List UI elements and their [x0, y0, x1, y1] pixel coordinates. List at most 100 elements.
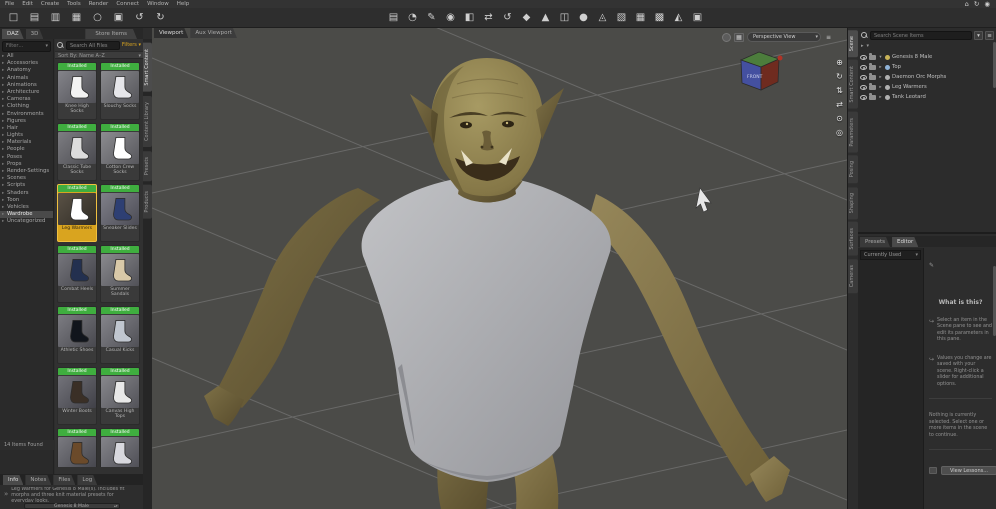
- category-filter-input[interactable]: Filter…: [2, 41, 51, 52]
- compatible-figure-select[interactable]: Genesis 8 Male: [24, 503, 120, 509]
- pane-vertical-tab[interactable]: Content Library: [143, 96, 152, 147]
- menu-item[interactable]: Edit: [22, 1, 33, 7]
- product-thumbnail-cell[interactable]: Installed Summer Sandals: [100, 245, 140, 303]
- visibility-eye-icon[interactable]: [860, 65, 867, 70]
- aim-icon[interactable]: ◎: [836, 128, 843, 137]
- product-thumbnail-cell[interactable]: Installed Knee High Socks: [57, 62, 97, 120]
- edit-tool-icon[interactable]: ✎: [424, 10, 439, 25]
- filters-button[interactable]: Filters ▾: [122, 42, 141, 48]
- pane-vertical-tab[interactable]: Smart Content: [143, 43, 152, 92]
- undo-icon[interactable]: ↺: [131, 10, 148, 25]
- new-file-icon[interactable]: □: [5, 10, 22, 25]
- menu-item[interactable]: Connect: [116, 1, 139, 7]
- category-item[interactable]: Toon: [0, 197, 53, 204]
- product-thumbnail-cell[interactable]: Installed Classic Tube Socks: [57, 123, 97, 181]
- measure-tool-icon[interactable]: ◭: [671, 10, 686, 25]
- pane-vertical-tab[interactable]: Scene: [848, 30, 858, 57]
- redo-icon[interactable]: ↻: [152, 10, 169, 25]
- category-item[interactable]: Animals: [0, 75, 53, 82]
- save-icon[interactable]: ▦: [68, 10, 85, 25]
- scene-node-row[interactable]: ▸ Top: [860, 62, 995, 72]
- merge-file-icon[interactable]: ▥: [47, 10, 64, 25]
- scene-filter-icon[interactable]: ▾: [974, 31, 983, 40]
- scene-list-icon[interactable]: ▤: [386, 10, 401, 25]
- dolly-icon[interactable]: ⊙: [836, 114, 843, 123]
- timeline-icon[interactable]: ◔: [405, 10, 420, 25]
- category-item[interactable]: Anatomy: [0, 67, 53, 74]
- scale-tool-icon[interactable]: ◆: [519, 10, 534, 25]
- surface-selection-icon[interactable]: ◫: [557, 10, 572, 25]
- category-item[interactable]: Props: [0, 161, 53, 168]
- info-pane-tab[interactable]: Files: [53, 475, 75, 485]
- active-pose-icon[interactable]: ▲: [538, 10, 553, 25]
- texture-shaded-icon[interactable]: ▩: [652, 10, 667, 25]
- scene-node-row[interactable]: ▸ Tank Leotard: [860, 92, 995, 102]
- product-thumbnail-cell[interactable]: Installed Casual Kicks: [100, 306, 140, 364]
- render-settings-icon[interactable]: ▣: [110, 10, 127, 25]
- pan-horizontal-icon[interactable]: ⇄: [836, 100, 843, 109]
- pan-vertical-icon[interactable]: ⇅: [836, 86, 843, 95]
- open-file-icon[interactable]: ▤: [26, 10, 43, 25]
- category-item[interactable]: Uncategorized: [0, 218, 53, 225]
- menu-item[interactable]: Help: [177, 1, 190, 7]
- rotate-tool-icon[interactable]: ↺: [500, 10, 515, 25]
- aux-viewport-icon[interactable]: ▦: [633, 10, 648, 25]
- scene-node-row[interactable]: ▾ Genesis 8 Male: [860, 52, 995, 62]
- category-item[interactable]: Hair: [0, 125, 53, 132]
- refresh-icon[interactable]: ↻: [974, 0, 979, 8]
- category-item[interactable]: Cameras: [0, 96, 53, 103]
- node-selection-icon[interactable]: ◧: [462, 10, 477, 25]
- parameters-tab[interactable]: Presets: [860, 237, 890, 247]
- info-pane-tab[interactable]: Info: [3, 475, 23, 485]
- category-item[interactable]: Figures: [0, 118, 53, 125]
- layout-icon[interactable]: ▣: [690, 10, 705, 25]
- category-item[interactable]: Scenes: [0, 175, 53, 182]
- category-item[interactable]: Clothing: [0, 103, 53, 110]
- product-thumbnail-cell[interactable]: Installed Athletic Shoes: [57, 306, 97, 364]
- product-thumbnail-cell[interactable]: Installed Slouchy Socks: [100, 62, 140, 120]
- category-item[interactable]: Materials: [0, 139, 53, 146]
- category-item[interactable]: Environments: [0, 111, 53, 118]
- pane-vertical-tab[interactable]: Smart Content: [848, 60, 858, 109]
- orbit-icon[interactable]: ↻: [836, 72, 843, 81]
- category-item[interactable]: Architecture: [0, 89, 53, 96]
- category-item[interactable]: Animations: [0, 82, 53, 89]
- smart-content-icon[interactable]: ◉: [443, 10, 458, 25]
- home-icon[interactable]: ⌂: [965, 0, 969, 8]
- viewport-canvas[interactable]: [152, 28, 847, 509]
- category-item[interactable]: People: [0, 146, 53, 153]
- pane-vertical-tab[interactable]: Presets: [143, 151, 152, 181]
- expand-arrow-icon[interactable]: ▸: [878, 85, 883, 90]
- category-item[interactable]: Lights: [0, 132, 53, 139]
- product-thumbnail-cell[interactable]: Installed Winter Boots: [57, 367, 97, 425]
- product-thumbnail-cell[interactable]: Installed Canvas High Tops: [100, 367, 140, 425]
- pane-vertical-tab[interactable]: Surfaces: [848, 222, 858, 256]
- expand-arrow-icon[interactable]: ▸: [878, 65, 883, 70]
- collapse-all-icon[interactable]: ▾: [867, 43, 870, 49]
- category-item[interactable]: Render-Settings: [0, 168, 53, 175]
- product-thumbnail-cell[interactable]: Installed Dance Shoes: [100, 428, 140, 467]
- content-tab[interactable]: DAZ: [2, 29, 24, 39]
- info-pane-tab[interactable]: Log: [77, 475, 97, 485]
- product-thumbnail-cell[interactable]: Installed Cotton Crew Socks: [100, 123, 140, 181]
- category-item[interactable]: Wardrobe: [0, 211, 53, 218]
- category-item[interactable]: Scripts: [0, 182, 53, 189]
- render-icon[interactable]: ○: [89, 10, 106, 25]
- category-item[interactable]: Accessories: [0, 60, 53, 67]
- 3d-viewport[interactable]: ViewportAux Viewport: [152, 28, 847, 509]
- product-search-input[interactable]: Search All Files: [66, 41, 120, 50]
- pane-vertical-tab[interactable]: Posing: [848, 155, 858, 183]
- pane-vertical-tab[interactable]: Shaping: [848, 187, 858, 219]
- category-item[interactable]: Vehicles: [0, 204, 53, 211]
- expand-arrow-icon[interactable]: ▾: [878, 55, 883, 60]
- pane-vertical-tab[interactable]: Cameras: [848, 259, 858, 293]
- info-pane-tab[interactable]: Notes: [25, 475, 51, 485]
- menu-item[interactable]: Create: [41, 1, 59, 7]
- category-item[interactable]: Shaders: [0, 190, 53, 197]
- view-cube[interactable]: FRONT: [733, 46, 785, 98]
- view-lessons-button[interactable]: View Lessons...: [941, 466, 996, 475]
- camera-select[interactable]: Perspective View: [747, 32, 821, 42]
- menu-item[interactable]: Window: [147, 1, 169, 7]
- scene-node-row[interactable]: ▸ Leg Warmers: [860, 82, 995, 92]
- visibility-eye-icon[interactable]: [860, 85, 867, 90]
